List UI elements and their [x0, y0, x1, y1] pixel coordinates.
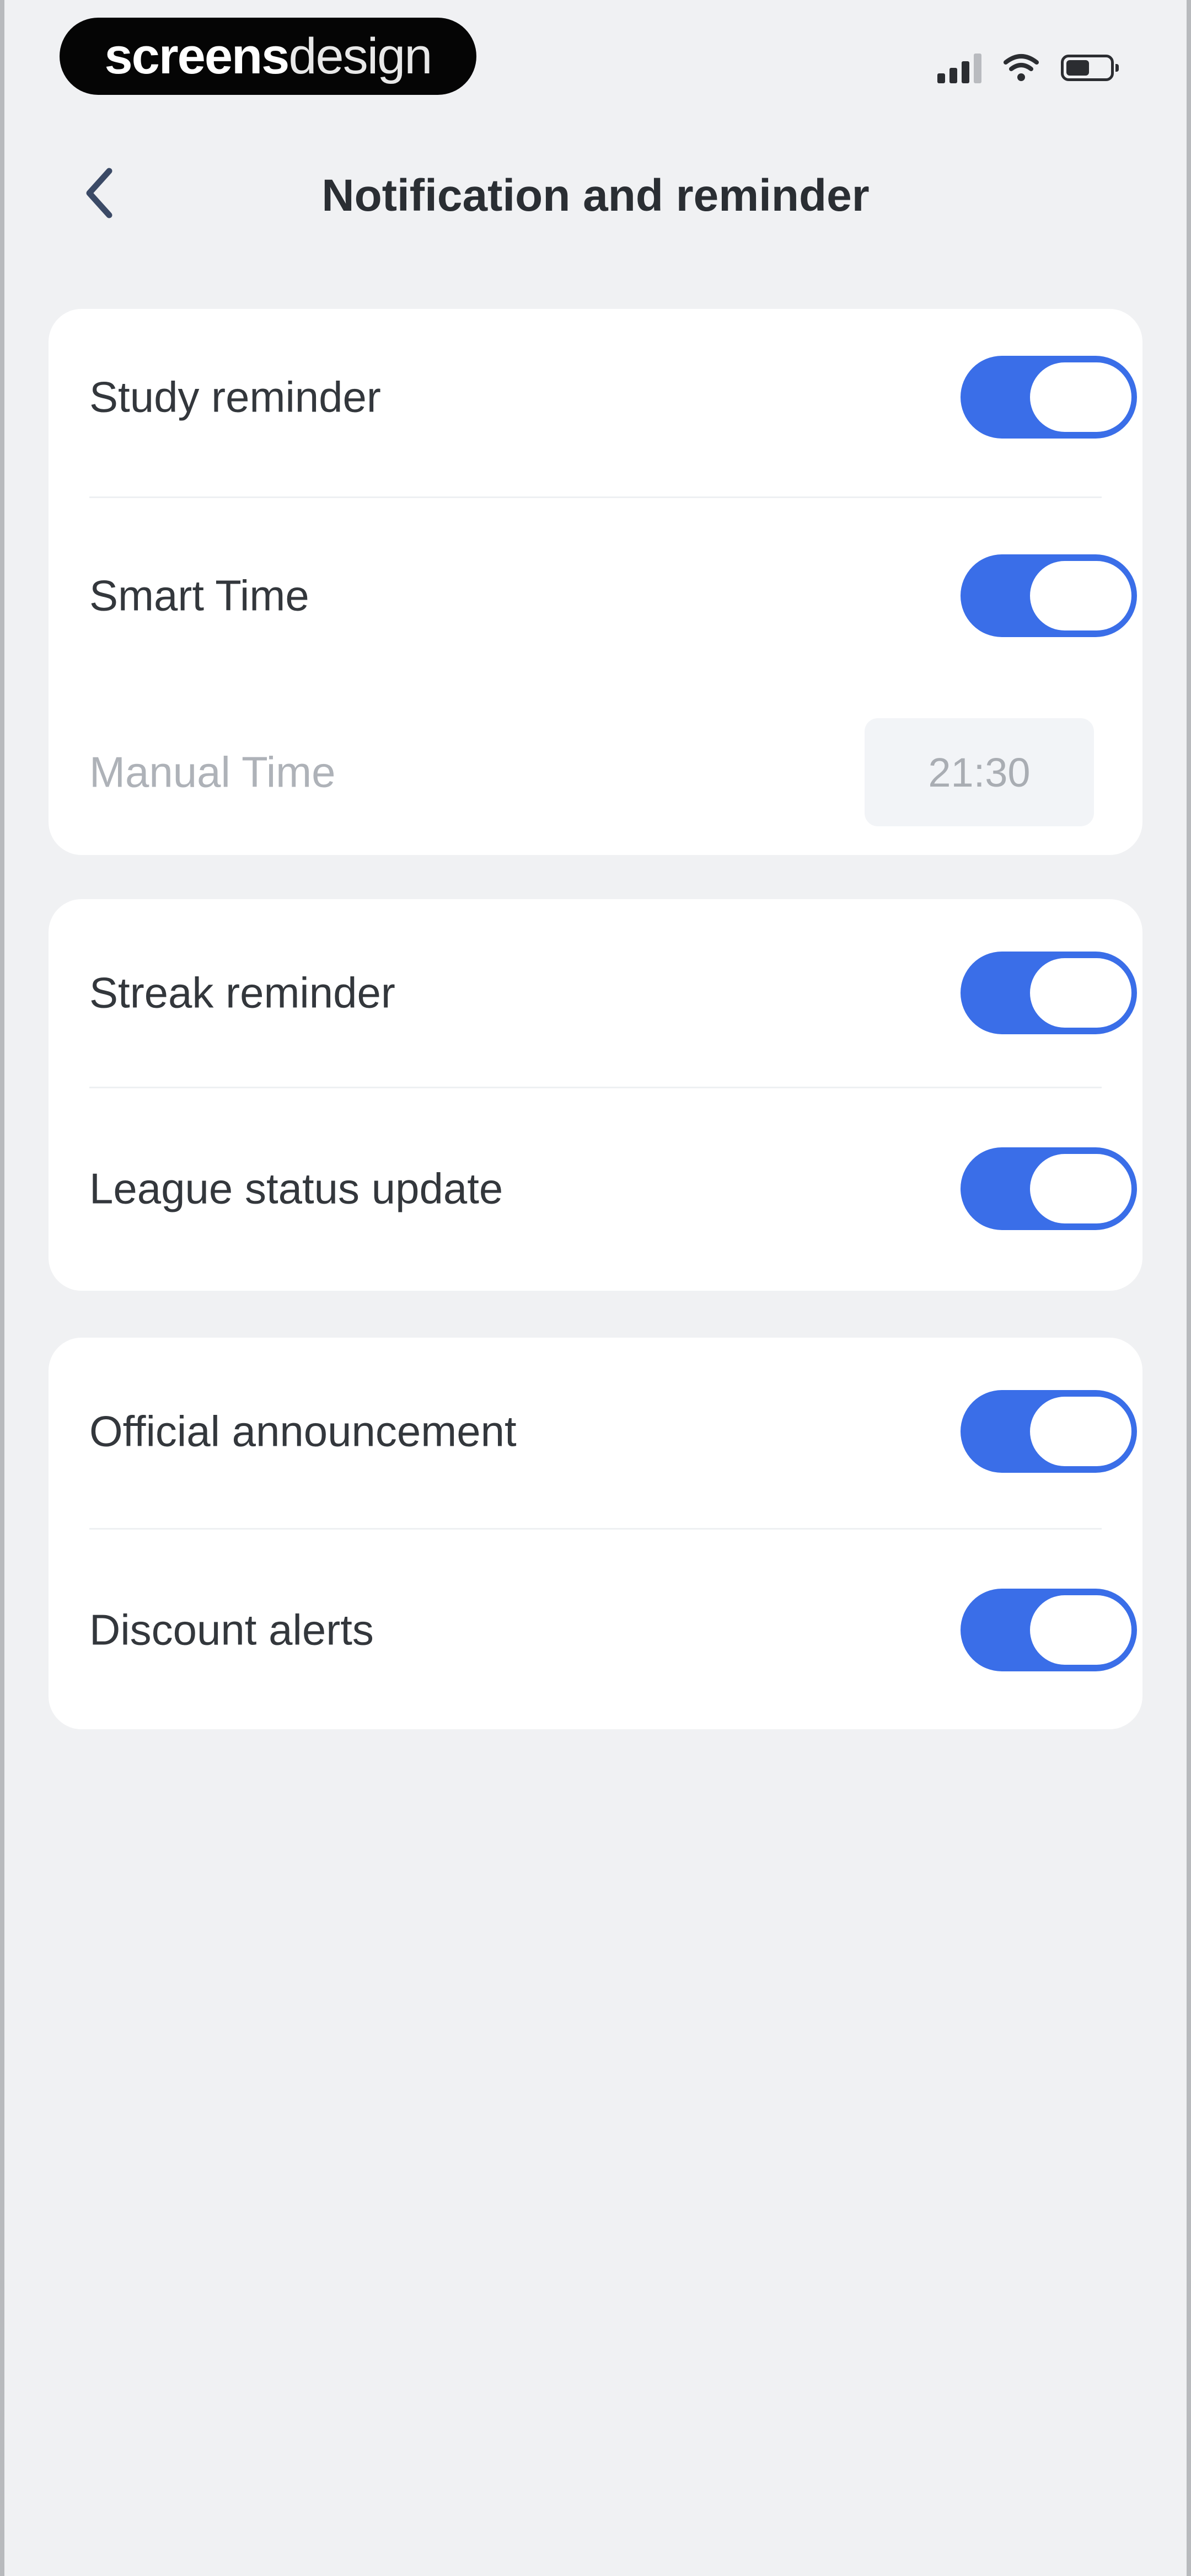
- setting-row-league-status-update: League status update: [49, 1095, 1142, 1282]
- page-title: Notification and reminder: [321, 170, 870, 221]
- setting-label: Official announcement: [89, 1407, 517, 1456]
- toggle-knob: [1030, 1595, 1131, 1665]
- frame-edge-left: [0, 0, 4, 2576]
- toggle-knob: [1030, 1397, 1131, 1466]
- setting-row-official-announcement: Official announcement: [49, 1338, 1142, 1525]
- toggle-knob: [1030, 958, 1131, 1028]
- setting-label: Streak reminder: [89, 968, 395, 1017]
- smart-time-toggle[interactable]: [961, 554, 1137, 637]
- toggle-knob: [1030, 561, 1131, 630]
- status-icons: [937, 49, 1119, 87]
- manual-time-picker[interactable]: 21:30: [865, 718, 1094, 826]
- toggle-knob: [1030, 362, 1131, 432]
- divider: [89, 1087, 1102, 1088]
- settings-card-reminders: Study reminder Smart Time Manual Time 21…: [49, 309, 1142, 855]
- discount-alerts-toggle[interactable]: [961, 1589, 1137, 1671]
- brand-logo: screens design: [60, 18, 476, 95]
- setting-row-discount-alerts: Discount alerts: [49, 1536, 1142, 1724]
- brand-logo-light: design: [288, 28, 432, 84]
- wifi-icon: [1004, 54, 1039, 81]
- divider: [89, 1528, 1102, 1530]
- setting-label: Smart Time: [89, 571, 309, 620]
- setting-row-streak-reminder: Streak reminder: [49, 899, 1142, 1087]
- official-announcement-toggle[interactable]: [961, 1390, 1137, 1473]
- settings-card-announcements: Official announcement Discount alerts: [49, 1338, 1142, 1729]
- signal-icon: [937, 52, 981, 83]
- setting-row-manual-time: Manual Time 21:30: [49, 695, 1142, 849]
- setting-row-study-reminder: Study reminder: [49, 309, 1142, 485]
- setting-label: Discount alerts: [89, 1605, 374, 1654]
- header: Notification and reminder: [0, 143, 1191, 243]
- status-bar: screens design: [0, 0, 1191, 110]
- brand-logo-bold: screens: [104, 28, 290, 84]
- setting-label: Study reminder: [89, 372, 381, 421]
- toggle-knob: [1030, 1154, 1131, 1223]
- setting-label: League status update: [89, 1164, 503, 1213]
- frame-edge-right: [1187, 0, 1191, 2576]
- battery-icon: [1061, 55, 1119, 81]
- settings-card-progress: Streak reminder League status update: [49, 899, 1142, 1291]
- divider: [89, 496, 1102, 498]
- setting-row-smart-time: Smart Time: [49, 507, 1142, 684]
- setting-label: Manual Time: [89, 747, 336, 797]
- streak-reminder-toggle[interactable]: [961, 952, 1137, 1034]
- study-reminder-toggle[interactable]: [961, 356, 1137, 439]
- league-status-update-toggle[interactable]: [961, 1147, 1137, 1230]
